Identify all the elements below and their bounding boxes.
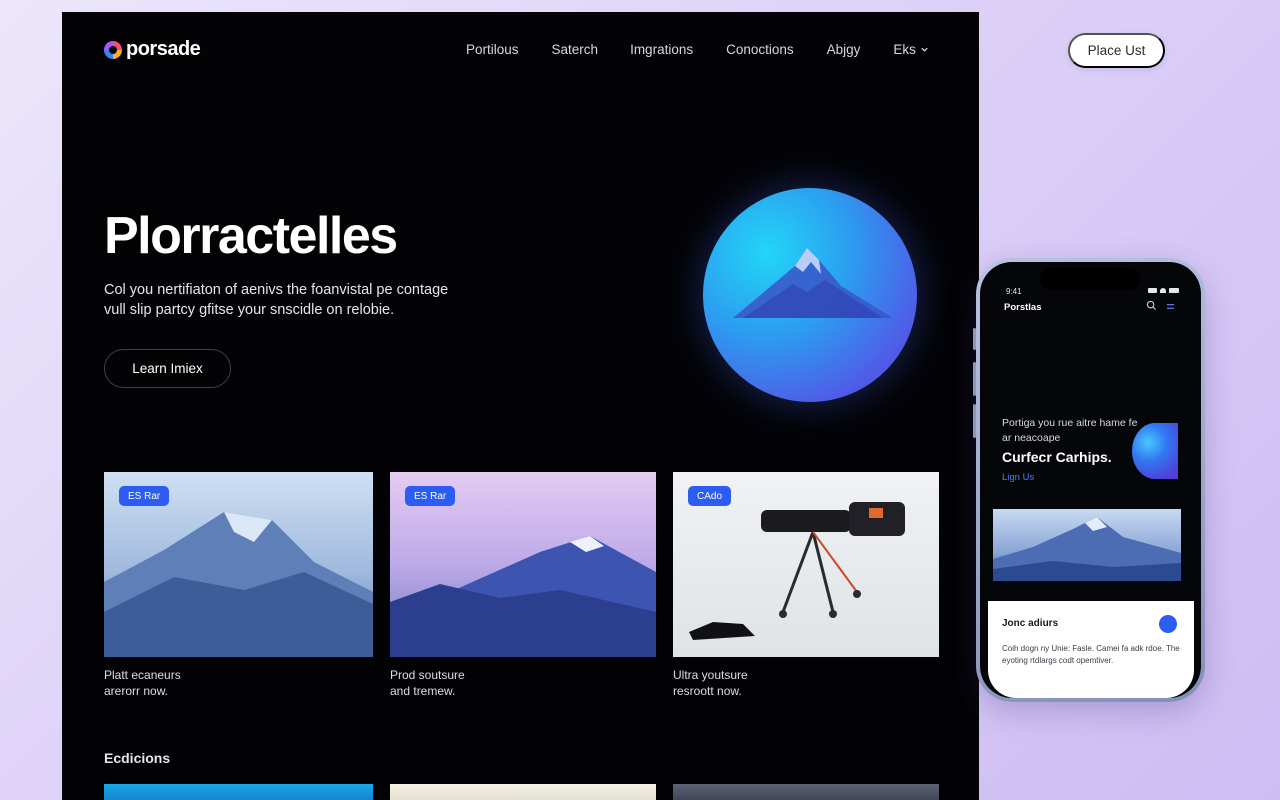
- phone-side-button: [973, 328, 976, 350]
- mountain-illustration: [733, 248, 893, 318]
- phone-side-button: [973, 404, 976, 438]
- brand-name: porsade: [126, 38, 201, 60]
- card-caption: Ultra youtsure resroott now.: [673, 667, 939, 699]
- brand[interactable]: porsade: [104, 38, 201, 61]
- section-thumbnail[interactable]: [673, 784, 939, 800]
- card-caption-line: and tremew.: [390, 684, 456, 698]
- card-caption: Prod soutsure and tremew.: [390, 667, 656, 699]
- card-caption-line: Ultra youtsure: [673, 668, 748, 682]
- arrow-icon[interactable]: [1159, 615, 1177, 633]
- hero-title: Plorractelles: [104, 207, 398, 265]
- place-button[interactable]: Place Ust: [1068, 33, 1165, 68]
- learn-more-button[interactable]: Learn Imiex: [104, 349, 231, 388]
- battery-icon: [1169, 288, 1179, 293]
- phone-mockup: 9:41 Porstlas Portiga you rue aitre hame…: [973, 258, 1205, 702]
- portfolio-card[interactable]: CAdo Ultra youtsure resroott now.: [673, 472, 939, 699]
- portfolio-card[interactable]: ES Rar Platt ecaneurs arerorr now.: [104, 472, 373, 699]
- card-badge: ES Rar: [119, 486, 170, 506]
- card-caption-line: arerorr now.: [104, 684, 169, 698]
- card-caption-line: Platt ecaneurs: [104, 668, 181, 682]
- nav-item-integrations[interactable]: Imgrations: [630, 42, 693, 57]
- phone-sign-up-link[interactable]: Lign Us: [1002, 472, 1034, 483]
- chevron-down-icon: [921, 47, 928, 52]
- desktop-frame: porsade Portilous Saterch Imgrations Con…: [62, 12, 979, 800]
- brand-logo-icon: [104, 40, 122, 59]
- phone-screen: 9:41 Porstlas Portiga you rue aitre hame…: [980, 262, 1201, 698]
- phone-info-card[interactable]: Jonc adiurs Coih dogn ny Unie: Fasle. Ca…: [988, 601, 1194, 698]
- section-title: Ecdicions: [104, 750, 171, 766]
- nav-item-about[interactable]: Abjgy: [827, 42, 861, 57]
- nav-item-portfolio[interactable]: Portilous: [466, 42, 519, 57]
- phone-globe-orb: [1132, 423, 1178, 479]
- nav-dropdown[interactable]: Eks: [893, 42, 929, 57]
- main-nav: Portilous Saterch Imgrations Conoctions …: [466, 42, 929, 57]
- card-caption: Platt ecaneurs arerorr now.: [104, 667, 373, 699]
- menu-icon[interactable]: [1166, 302, 1175, 311]
- signal-icon: [1148, 288, 1157, 293]
- nav-item-search[interactable]: Saterch: [552, 42, 599, 57]
- phone-dynamic-island: [1040, 268, 1140, 290]
- card-image-camera: CAdo: [673, 472, 939, 657]
- phone-time: 9:41: [1006, 287, 1022, 296]
- phone-card-title: Jonc adiurs: [1002, 618, 1059, 629]
- phone-card-description: Coih dogn ny Unie: Fasle. Camei fa adk r…: [1002, 644, 1180, 665]
- phone-side-button: [973, 362, 976, 396]
- section-thumbnail[interactable]: [390, 784, 656, 800]
- phone-mountain-image: [993, 509, 1181, 581]
- portfolio-card[interactable]: ES Rar Prod soutsure and tremew.: [390, 472, 656, 699]
- nav-item-connections[interactable]: Conoctions: [726, 42, 794, 57]
- hero-mountain-orb: [703, 188, 917, 402]
- card-caption-line: resroott now.: [673, 684, 742, 698]
- card-caption-line: Prod soutsure: [390, 668, 465, 682]
- section-thumbnail[interactable]: [104, 784, 373, 800]
- hero-subtitle: Col you nertifiaton of aenivs the foanvi…: [104, 282, 449, 318]
- phone-headline: Curfecr Carhips.: [1002, 449, 1112, 465]
- phone-intro-text: Portiga you rue aitre hame fe ar neacoap…: [1002, 417, 1138, 444]
- card-image-mountain: ES Rar: [104, 472, 373, 657]
- mountain-illustration: [993, 517, 1181, 581]
- card-badge: ES Rar: [405, 486, 456, 506]
- phone-status-icons: [1148, 288, 1179, 293]
- phone-app-title: Porstlas: [1004, 302, 1042, 313]
- card-image-mountain: ES Rar: [390, 472, 656, 657]
- wifi-icon: [1160, 288, 1166, 293]
- search-icon[interactable]: [1146, 300, 1157, 311]
- nav-dropdown-label: Eks: [893, 42, 916, 57]
- card-badge: CAdo: [688, 486, 732, 506]
